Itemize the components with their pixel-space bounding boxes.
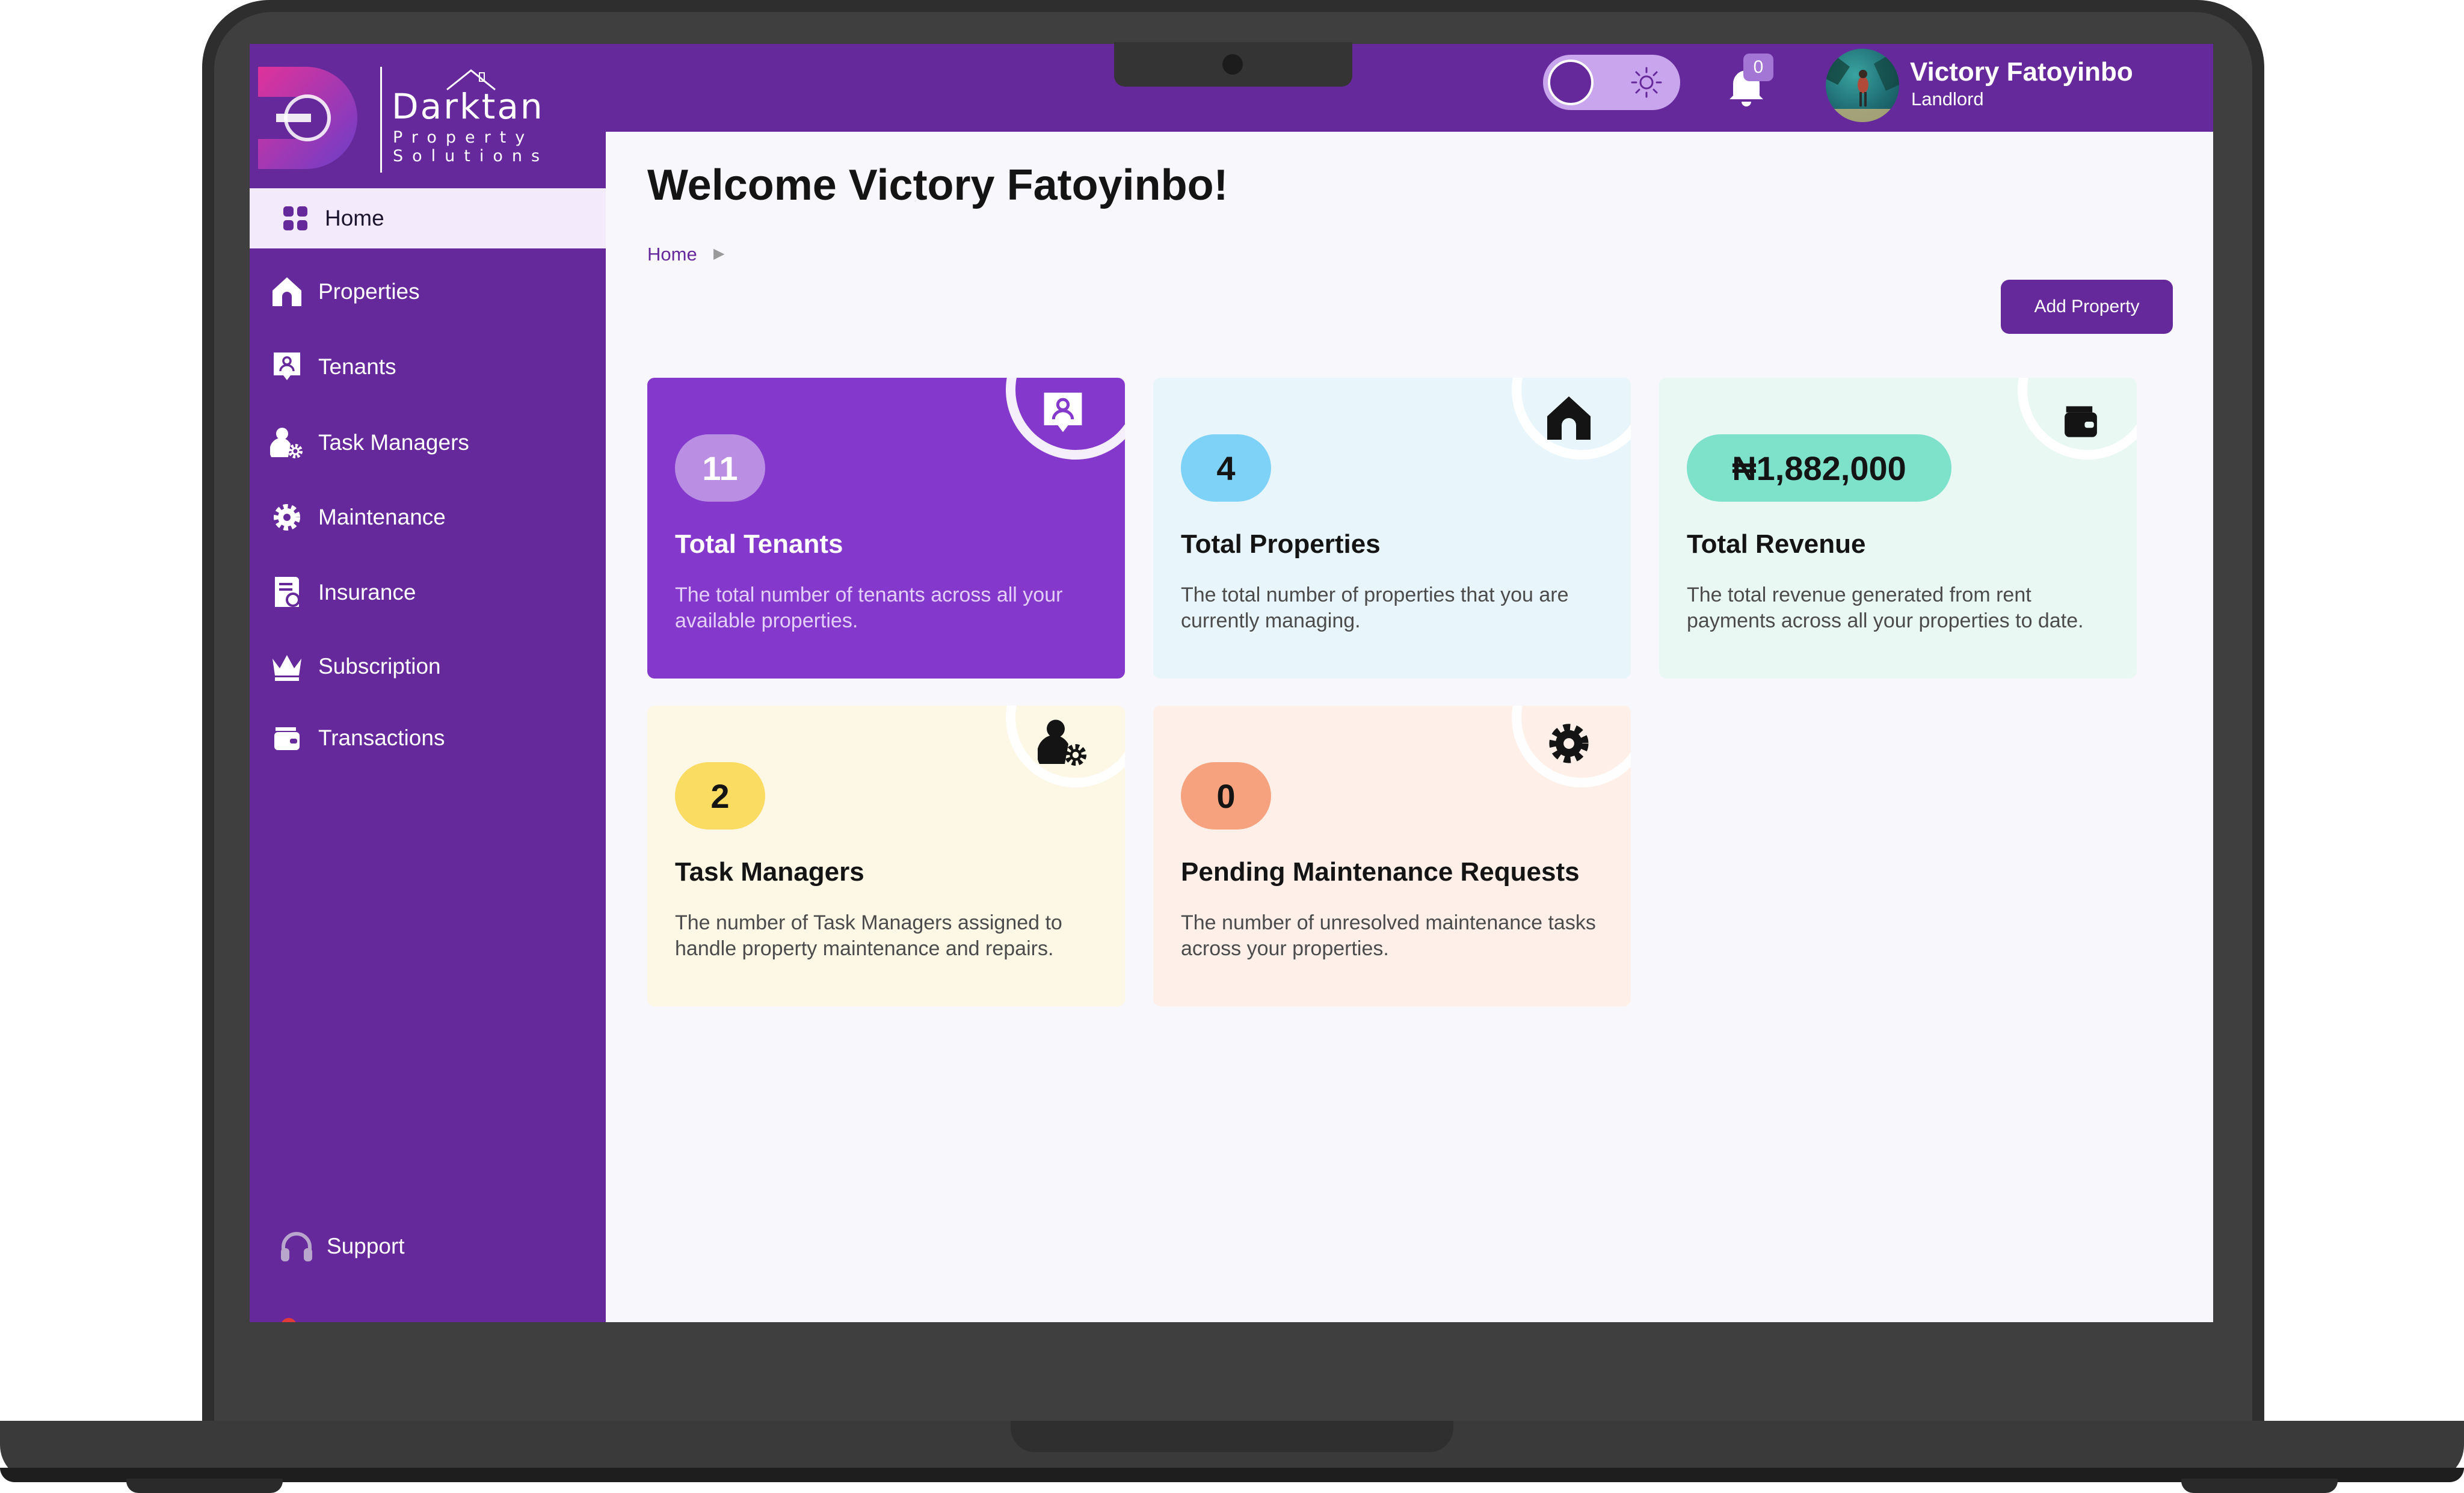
logo-divider: [380, 67, 382, 173]
sidebar-item-support[interactable]: Support: [250, 1223, 606, 1271]
sidebar-item-label: Support: [327, 1234, 405, 1258]
theme-toggle[interactable]: [1543, 55, 1680, 110]
breadcrumb[interactable]: Home: [647, 244, 697, 265]
wallet-icon: [2054, 395, 2108, 449]
sidebar-item-label: Home: [325, 206, 384, 230]
avatar[interactable]: [1826, 49, 1899, 122]
sidebar-item-task-managers[interactable]: Task Managers: [250, 413, 606, 473]
sidebar-item-label: Properties: [318, 279, 420, 304]
tenant-badge-icon: [270, 350, 304, 384]
user-name[interactable]: Victory Fatoyinbo: [1910, 57, 2133, 87]
camera-icon: [1222, 54, 1243, 75]
brand-name: Darktan: [392, 86, 544, 127]
stat-count: 0: [1181, 762, 1271, 830]
stat-card-task-managers[interactable]: 2 Task Managers The number of Task Manag…: [647, 706, 1125, 1006]
brand-tagline-line2: Solutions: [393, 147, 549, 165]
home-icon: [1542, 391, 1596, 445]
logout-icon[interactable]: [281, 1318, 297, 1322]
sidebar-item-subscription[interactable]: Subscription: [250, 636, 606, 697]
sidebar-item-label: Subscription: [318, 654, 441, 679]
logo-mark-icon: [258, 67, 357, 169]
grid-icon: [279, 202, 312, 235]
sun-icon: [1631, 67, 1662, 98]
gear-icon: [270, 500, 304, 534]
stat-count: 11: [675, 434, 765, 502]
laptop-foot-left: [126, 1479, 283, 1493]
sidebar-item-tenants[interactable]: Tenants: [250, 337, 606, 397]
stat-description: The number of unresolved maintenance tas…: [1181, 911, 1596, 960]
stat-title: Total Properties: [1181, 529, 1381, 559]
stat-description: The total number of properties that you …: [1181, 583, 1569, 632]
sidebar-item-label: Insurance: [318, 580, 416, 605]
sidebar-item-label: Tenants: [318, 354, 396, 379]
sidebar: Darktan Property Solutions Home Properti…: [250, 44, 606, 1322]
stat-description: The number of Task Managers assigned to …: [675, 911, 1062, 960]
brand-logo[interactable]: Darktan Property Solutions: [258, 67, 595, 175]
stat-card-total-revenue[interactable]: ₦1,882,000 Total Revenue The total reven…: [1659, 378, 2137, 679]
stat-title: Total Tenants: [675, 529, 843, 559]
user-gear-icon: [270, 426, 304, 460]
laptop-foot-right: [2181, 1479, 2338, 1493]
stat-card-pending-maintenance[interactable]: 0 Pending Maintenance Requests The numbe…: [1153, 706, 1631, 1006]
stat-card-total-tenants[interactable]: 11 Total Tenants The total number of ten…: [647, 378, 1125, 679]
home-icon: [270, 275, 304, 309]
notification-badge: 0: [1743, 54, 1773, 81]
tenant-badge-icon: [1036, 386, 1090, 440]
headset-icon: [281, 1232, 312, 1261]
sidebar-item-label: Maintenance: [318, 505, 446, 529]
crown-icon: [270, 650, 304, 683]
sidebar-item-label: Task Managers: [318, 430, 469, 455]
stat-title: Pending Maintenance Requests: [1181, 857, 1580, 887]
stat-card-total-properties[interactable]: 4 Total Properties The total number of p…: [1153, 378, 1631, 679]
app-screen: Darktan Property Solutions Home Properti…: [250, 44, 2213, 1322]
document-shield-icon: [270, 576, 304, 609]
sidebar-item-home[interactable]: Home: [250, 188, 606, 248]
stat-count: ₦1,882,000: [1687, 434, 1951, 502]
laptop-base-shadow: [0, 1468, 2464, 1482]
user-gear-icon: [1036, 715, 1090, 769]
stat-count: 2: [675, 762, 765, 830]
page-title: Welcome Victory Fatoyinbo!: [647, 161, 1228, 209]
toggle-knob: [1548, 60, 1594, 105]
sidebar-item-transactions[interactable]: Transactions: [250, 708, 606, 768]
stat-description: The total revenue generated from rent pa…: [1687, 583, 2084, 632]
avatar-photo: [1826, 49, 1899, 122]
sidebar-item-insurance[interactable]: Insurance: [250, 562, 606, 623]
brand-tagline-line1: Property: [393, 128, 534, 147]
gear-icon: [1542, 716, 1596, 771]
breadcrumb-arrow-icon: ▶: [713, 245, 725, 262]
stat-count: 4: [1181, 434, 1271, 502]
add-property-button[interactable]: Add Property: [2001, 280, 2173, 334]
sidebar-item-label: Transactions: [318, 725, 445, 750]
user-role: Landlord: [1911, 88, 1984, 109]
stat-description: The total number of tenants across all y…: [675, 583, 1063, 632]
stat-title: Total Revenue: [1687, 529, 1866, 559]
sidebar-item-properties[interactable]: Properties: [250, 262, 606, 322]
stat-title: Task Managers: [675, 857, 864, 887]
laptop-hinge-notch: [1011, 1421, 1453, 1452]
sidebar-item-maintenance[interactable]: Maintenance: [250, 487, 606, 547]
wallet-icon: [270, 721, 304, 755]
